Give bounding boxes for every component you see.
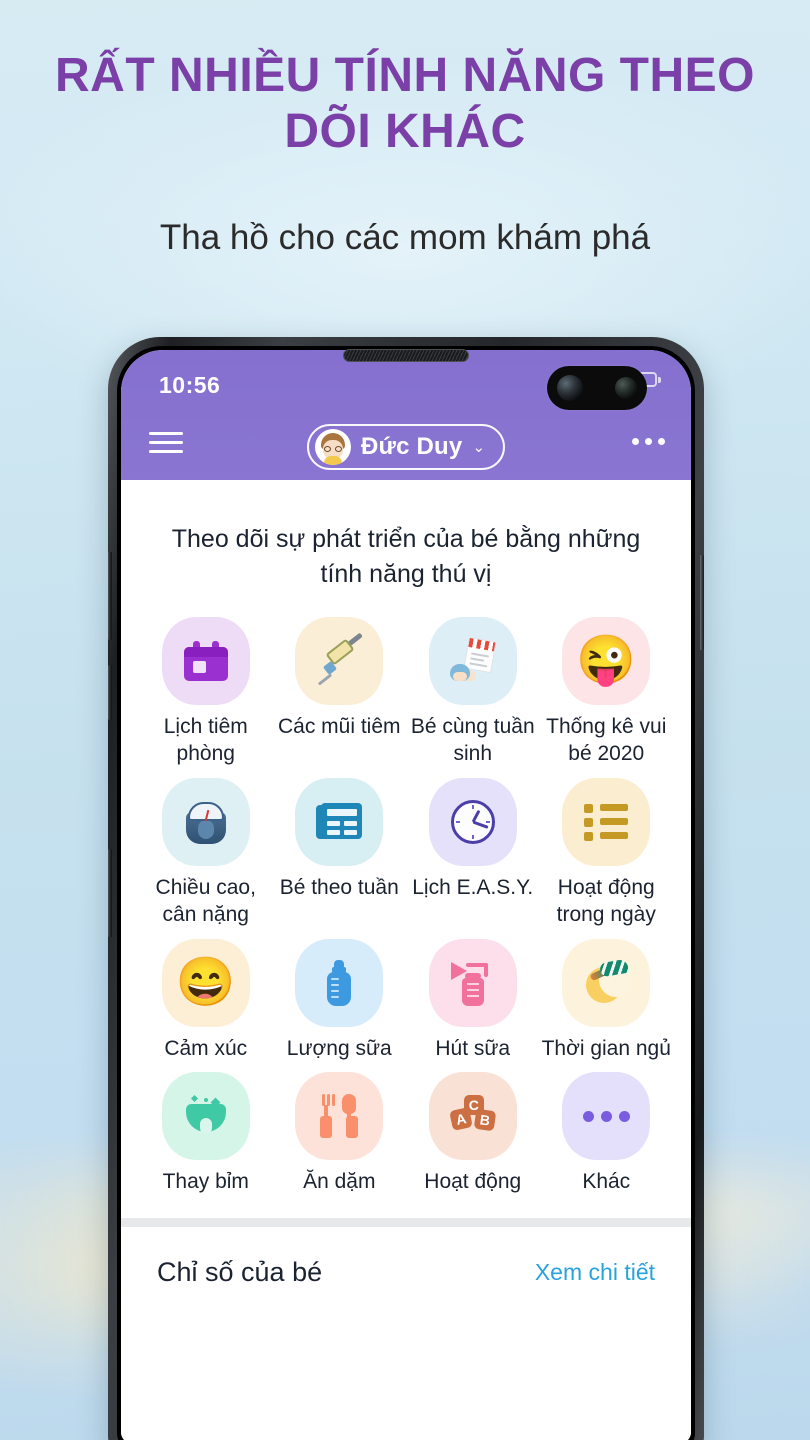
feature-label: Lượng sữa bbox=[286, 1036, 392, 1060]
baby-metrics-title: Chỉ số của bé bbox=[157, 1257, 323, 1288]
earpiece-speaker-icon bbox=[343, 349, 469, 362]
feature-label: Khác bbox=[582, 1170, 631, 1194]
feature-item-other[interactable]: Khác bbox=[540, 1072, 674, 1196]
status-bar-clock: 10:56 bbox=[159, 372, 221, 398]
feature-label: Lịch E.A.S.Y. bbox=[412, 875, 534, 899]
section-divider bbox=[121, 1218, 691, 1228]
baby-profile-selector[interactable]: Đức Duy ⌄ bbox=[306, 424, 506, 470]
feature-label: Bé theo tuần bbox=[279, 875, 399, 899]
checklist-icon bbox=[584, 803, 629, 841]
app-content: Theo dõi sự phát triển của bé bằng những… bbox=[121, 480, 691, 1440]
baby-name-label: Đức Duy bbox=[360, 433, 463, 460]
feature-tile: 😜 bbox=[562, 617, 651, 705]
baby-chart-icon bbox=[449, 636, 497, 683]
fork-spoon-icon bbox=[319, 1094, 359, 1139]
feature-label: Cảm xúc bbox=[164, 1036, 248, 1060]
baby-avatar-icon bbox=[314, 429, 351, 465]
feature-label: Thay bỉm bbox=[162, 1170, 249, 1194]
feature-tile bbox=[295, 617, 384, 705]
feature-label: Lịch tiêm phòng bbox=[163, 715, 248, 765]
feature-tile bbox=[161, 777, 250, 866]
sleeping-moon-icon bbox=[584, 958, 634, 1005]
feature-item-solid-food[interactable]: Ăn dặm bbox=[273, 1072, 407, 1196]
phone-button-volume-up[interactable] bbox=[108, 552, 112, 640]
feature-tile bbox=[562, 1072, 651, 1161]
phone-button-bixby[interactable] bbox=[108, 849, 112, 937]
syringe-icon bbox=[315, 632, 364, 686]
diaper-icon bbox=[184, 1095, 228, 1136]
feature-tile bbox=[428, 617, 517, 705]
more-options-icon[interactable] bbox=[632, 438, 665, 445]
feature-label: Các mũi tiêm bbox=[277, 715, 401, 738]
feature-label: Hoạt động trong ngày bbox=[556, 875, 656, 926]
feature-tile bbox=[161, 1072, 250, 1161]
alphabet-blocks-icon: CAB bbox=[448, 1095, 497, 1137]
feature-label: Hoạt động bbox=[424, 1170, 522, 1194]
feature-tile bbox=[562, 777, 651, 866]
feature-item-baby-by-week[interactable]: Bé theo tuần bbox=[273, 777, 407, 929]
feature-item-fun-statistics[interactable]: 😜 Thống kê vui bé 2020 bbox=[540, 617, 674, 768]
feature-item-emotions[interactable]: 😄 Cảm xúc bbox=[139, 938, 273, 1063]
section-title: Theo dõi sự phát triển của bé bằng những… bbox=[171, 525, 641, 588]
phone-bezel: 10:56 Đức Duy ⌄ Theo dõi sự phát triển c… bbox=[117, 346, 695, 1440]
feature-tile bbox=[161, 617, 250, 705]
page-subheadline: Tha hồ cho các mom khám phá bbox=[159, 218, 651, 257]
feature-tile bbox=[428, 938, 517, 1027]
feature-tile: 😄 bbox=[161, 938, 250, 1027]
phone-mockup: 10:56 Đức Duy ⌄ Theo dõi sự phát triển c… bbox=[108, 337, 704, 1440]
feature-item-easy-schedule[interactable]: Lịch E.A.S.Y. bbox=[406, 777, 540, 929]
feature-tile bbox=[295, 777, 384, 866]
feature-tile bbox=[295, 1072, 384, 1161]
baby-bottle-icon bbox=[325, 959, 353, 1006]
feature-item-activities[interactable]: CAB Hoạt động bbox=[406, 1072, 540, 1196]
calendar-icon bbox=[183, 641, 228, 681]
feature-item-milk-volume[interactable]: Lượng sữa bbox=[273, 938, 407, 1063]
feature-item-breast-pumping[interactable]: Hút sữa bbox=[406, 938, 540, 1063]
feature-label: Bé cùng tuần sinh bbox=[410, 715, 535, 765]
feature-label: Thời gian ngủ bbox=[541, 1036, 671, 1060]
phone-button-power[interactable] bbox=[700, 555, 704, 650]
feature-item-daily-activities[interactable]: Hoạt động trong ngày bbox=[540, 777, 674, 929]
camera-lens-primary-icon bbox=[557, 375, 583, 401]
baby-metrics-card-header: Chỉ số của bé Xem chi tiết bbox=[121, 1227, 691, 1288]
newspaper-icon bbox=[316, 802, 363, 841]
view-details-link[interactable]: Xem chi tiết bbox=[535, 1259, 655, 1286]
feature-tile bbox=[428, 777, 517, 866]
page-headline: RẤT NHIỀU TÍNH NĂNG THEO DÕI KHÁC bbox=[55, 49, 755, 158]
app-bar: 10:56 Đức Duy ⌄ bbox=[121, 350, 691, 480]
feature-label: Thống kê vui bé 2020 bbox=[546, 715, 667, 765]
hamburger-menu-icon[interactable] bbox=[149, 432, 183, 454]
camera-lens-secondary-icon bbox=[615, 377, 637, 399]
feature-item-vaccine-shots[interactable]: Các mũi tiêm bbox=[273, 617, 407, 768]
feature-label: Chiều cao, cân nặng bbox=[155, 875, 256, 926]
feature-tile bbox=[562, 938, 651, 1027]
feature-item-height-weight[interactable]: Chiều cao, cân nặng bbox=[139, 777, 273, 929]
feature-item-same-week-babies[interactable]: Bé cùng tuần sinh bbox=[406, 617, 540, 768]
feature-tile bbox=[295, 938, 384, 1027]
more-dots-icon bbox=[582, 1110, 630, 1122]
feature-label: Hút sữa bbox=[435, 1036, 511, 1060]
winking-tongue-face-icon: 😜 bbox=[576, 634, 637, 687]
breast-pump-icon bbox=[450, 960, 495, 1006]
laughing-face-icon: 😄 bbox=[175, 955, 236, 1009]
front-camera-cutout-icon bbox=[547, 366, 647, 410]
feature-item-sleep-time[interactable]: Thời gian ngủ bbox=[540, 938, 674, 1063]
feature-label: Ăn dặm bbox=[303, 1170, 376, 1194]
phone-screen: 10:56 Đức Duy ⌄ Theo dõi sự phát triển c… bbox=[121, 350, 691, 1440]
phone-button-volume-down[interactable] bbox=[108, 665, 112, 720]
feature-tile: CAB bbox=[428, 1072, 517, 1161]
clock-icon bbox=[450, 799, 495, 844]
chevron-down-icon: ⌄ bbox=[472, 439, 486, 456]
feature-item-vaccination-schedule[interactable]: Lịch tiêm phòng bbox=[139, 617, 273, 768]
feature-grid: Lịch tiêm phòng Các mũi tiêm Bé cùng tuầ… bbox=[121, 617, 691, 1196]
feature-item-diaper-change[interactable]: Thay bỉm bbox=[139, 1072, 273, 1196]
weight-scale-icon bbox=[183, 800, 229, 844]
